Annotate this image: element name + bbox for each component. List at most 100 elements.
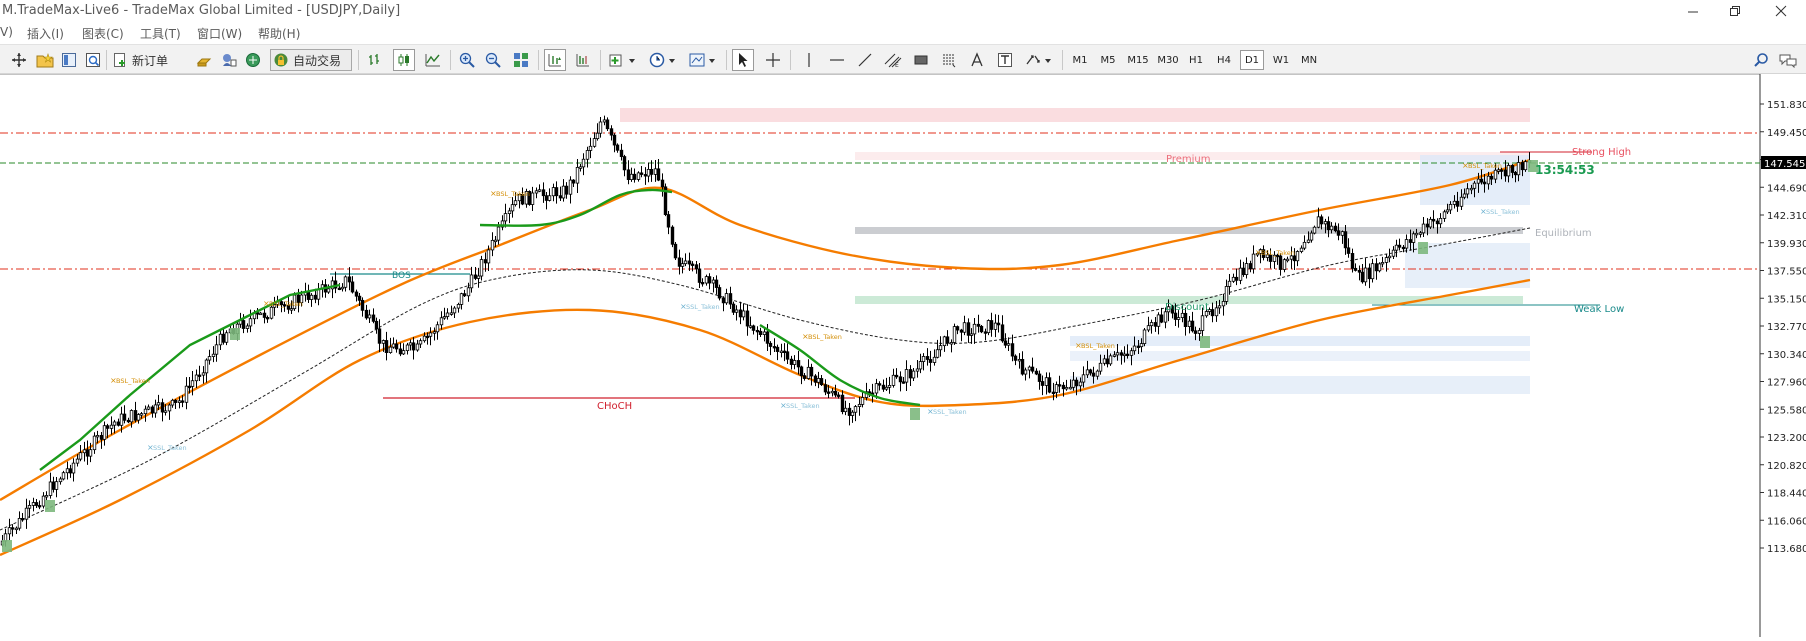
candle: [411, 342, 416, 351]
fibonacci-icon[interactable]: [938, 49, 960, 71]
gold-bars-icon[interactable]: [194, 49, 216, 71]
chart-shift-icon[interactable]: [572, 49, 594, 71]
toolbar-separator: [790, 50, 791, 70]
bsl-taken-label: BSL_Taken: [116, 377, 150, 385]
close-icon[interactable]: [1760, 0, 1802, 22]
line-chart-icon[interactable]: [422, 49, 444, 71]
candle: [1159, 314, 1164, 323]
candle: [955, 326, 960, 331]
menu-item-charts[interactable]: 图表(C): [82, 25, 124, 42]
zoom-out-icon[interactable]: [482, 49, 504, 71]
candle: [432, 331, 437, 334]
zoom-in-icon[interactable]: [456, 49, 478, 71]
candle: [1370, 263, 1375, 280]
rectangle-icon[interactable]: [910, 49, 932, 71]
indicators-icon[interactable]: [606, 49, 640, 71]
menu-item-window[interactable]: 窗口(W): [197, 25, 242, 42]
candle: [554, 187, 559, 197]
candle: [1221, 301, 1226, 307]
timeframe-m1[interactable]: M1: [1068, 50, 1092, 70]
candle: [265, 317, 270, 320]
candle: [615, 144, 620, 151]
candle: [632, 173, 637, 180]
auto-trading-button[interactable]: 自动交易: [270, 49, 352, 71]
timeframe-h1[interactable]: H1: [1184, 50, 1208, 70]
cursor-icon[interactable]: [732, 49, 754, 71]
periods-clock-icon[interactable]: [646, 49, 680, 71]
menu-item-view[interactable]: V): [0, 25, 13, 39]
navigator-icon[interactable]: [82, 49, 104, 71]
chart-window[interactable]: × BSL_Taken × BSL_Taken × BSL_Taken × BSL_Taken…: [0, 68, 1806, 637]
equidistant-channel-icon[interactable]: E: [882, 49, 904, 71]
candle: [894, 374, 899, 378]
window-title: M.TradeMax-Live6 - TradeMax Global Limit…: [2, 3, 401, 18]
candle: [1506, 165, 1511, 177]
candle: [1278, 255, 1283, 270]
new-order-button[interactable]: 新订单: [110, 49, 190, 71]
crosshair-icon[interactable]: [762, 49, 784, 71]
minimize-icon[interactable]: [1672, 0, 1714, 22]
order-block-marker: [1200, 336, 1210, 348]
candle: [748, 325, 753, 328]
candle: [479, 259, 484, 277]
tile-windows-icon[interactable]: [510, 49, 532, 71]
candle: [466, 287, 471, 297]
menu-item-tools[interactable]: 工具(T): [140, 25, 181, 42]
crosshair-move-icon[interactable]: [8, 49, 30, 71]
timeframe-w1[interactable]: W1: [1268, 50, 1294, 70]
candle: [1445, 209, 1450, 213]
menu-item-help[interactable]: 帮助(H): [258, 25, 300, 42]
trendline-icon[interactable]: [854, 49, 876, 71]
templates-icon[interactable]: [686, 49, 720, 71]
horizontal-line-icon[interactable]: [826, 49, 848, 71]
chat-icon[interactable]: [1776, 49, 1800, 71]
candle: [1210, 309, 1215, 317]
candle: [1030, 366, 1035, 372]
timeframe-m15[interactable]: M15: [1124, 50, 1152, 70]
candle: [592, 138, 597, 147]
candle: [197, 374, 202, 377]
order-block-marker: [230, 328, 240, 340]
candle: [1326, 221, 1331, 231]
candle: [993, 322, 998, 330]
candlestick-chart-icon[interactable]: [393, 49, 415, 71]
candle: [1411, 233, 1416, 243]
text-icon[interactable]: [966, 49, 988, 71]
timeframe-mn[interactable]: MN: [1296, 50, 1322, 70]
candle: [54, 481, 59, 490]
candle: [1017, 359, 1022, 362]
bar-chart-icon[interactable]: [364, 49, 386, 71]
candle: [775, 346, 780, 352]
timeframe-m30[interactable]: M30: [1154, 50, 1182, 70]
candle: [204, 359, 209, 374]
candle: [170, 399, 175, 406]
price-chart[interactable]: × BSL_Taken× BSL_Taken× BSL_Taken× BSL_Taken…: [0, 68, 1806, 637]
candle: [983, 331, 988, 334]
vertical-line-icon[interactable]: [798, 49, 820, 71]
folder-star-icon[interactable]: [34, 49, 56, 71]
candle: [1408, 239, 1413, 243]
candle: [1394, 244, 1399, 251]
candle: [1190, 320, 1195, 332]
menu-item-insert[interactable]: 插入(I): [27, 25, 64, 42]
candle: [360, 299, 365, 311]
signals-icon[interactable]: [218, 49, 240, 71]
market-watch-icon[interactable]: [58, 49, 80, 71]
candle: [109, 424, 114, 429]
candle: [734, 309, 739, 313]
candle: [1340, 231, 1345, 236]
arrows-icon[interactable]: [1022, 49, 1056, 71]
candle: [177, 400, 182, 403]
auto-scroll-icon[interactable]: [544, 49, 566, 71]
candle: [418, 340, 423, 345]
market-icon[interactable]: [242, 49, 264, 71]
text-label-icon[interactable]: [994, 49, 1016, 71]
timeframe-h4[interactable]: H4: [1212, 50, 1236, 70]
restore-icon[interactable]: [1714, 0, 1756, 22]
candle: [904, 369, 909, 383]
price-axis-label: 144.690: [1767, 183, 1806, 194]
candle: [1435, 220, 1440, 225]
timeframe-d1[interactable]: D1: [1240, 50, 1264, 70]
search-icon[interactable]: [1750, 49, 1772, 71]
timeframe-m5[interactable]: M5: [1096, 50, 1120, 70]
